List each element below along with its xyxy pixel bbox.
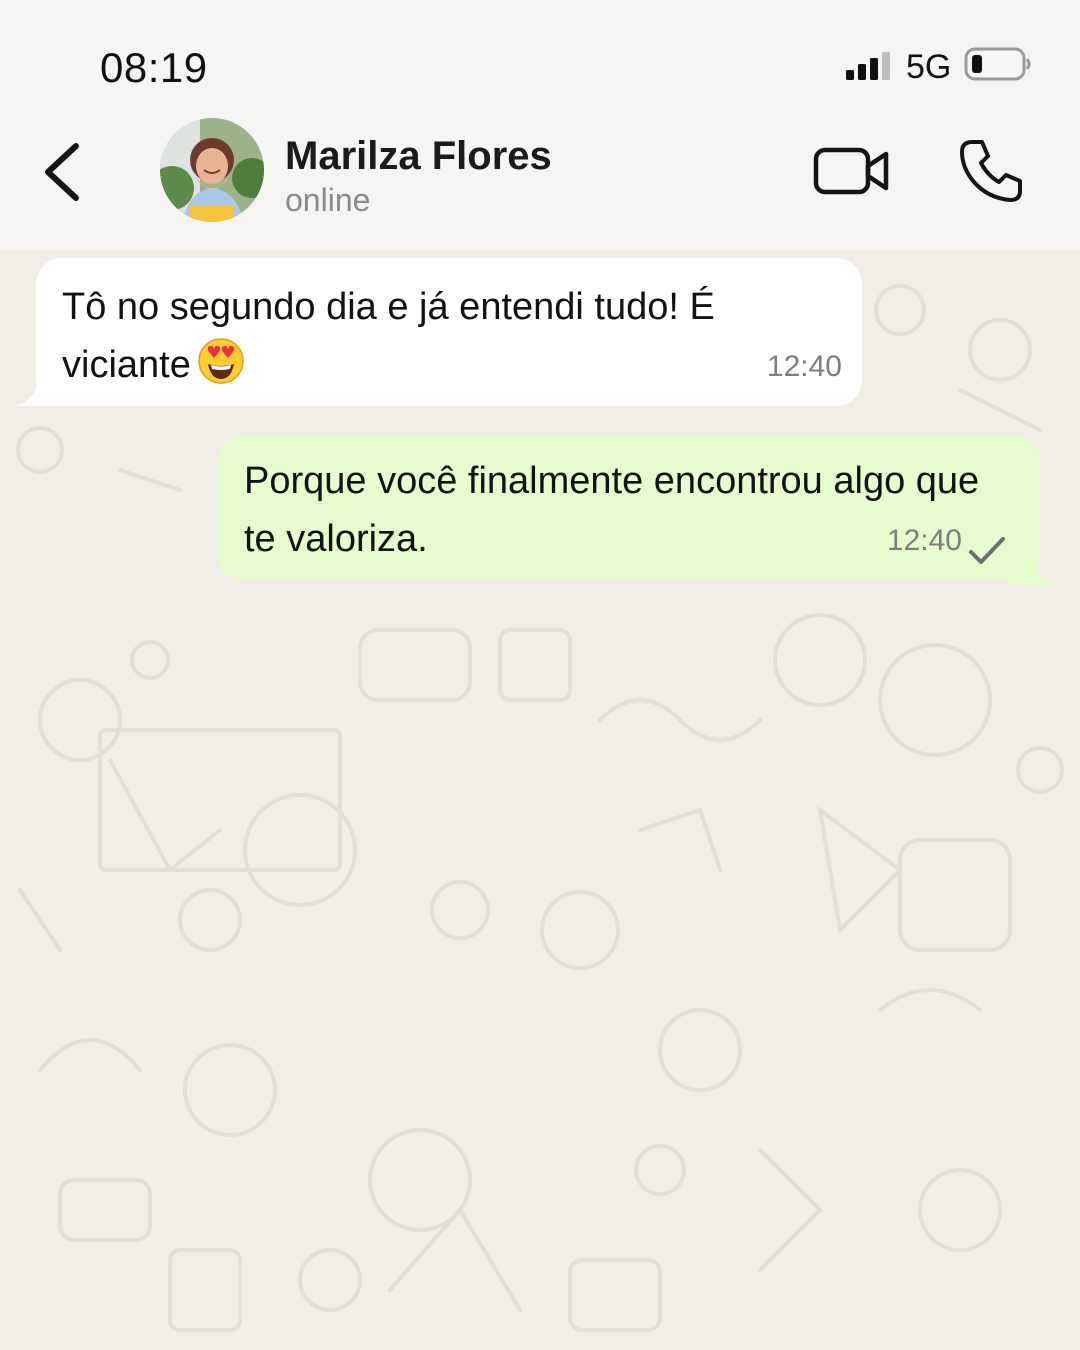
message-text: Tô no segundo dia e já entendi tudo! É v… xyxy=(62,286,715,386)
contact-name[interactable]: Marilza Flores xyxy=(285,134,552,179)
message-bubble-outgoing[interactable]: Porque você finalmente encontrou algo qu… xyxy=(218,436,1040,580)
contact-status: online xyxy=(285,182,371,218)
avatar[interactable] xyxy=(160,118,264,222)
battery-low-icon xyxy=(964,47,1031,81)
chevron-left-icon[interactable] xyxy=(38,140,88,204)
chat-header: Marilza Flores online xyxy=(0,110,1080,250)
chat-area[interactable]: Tô no segundo dia e já entendi tudo! É v… xyxy=(0,250,1080,1350)
message-time: 12:40 xyxy=(886,524,962,557)
status-time: 08:19 xyxy=(100,44,208,91)
message-time: 12:40 xyxy=(766,350,842,383)
status-bar: 08:19 5G xyxy=(0,0,1080,110)
signal-bars-icon xyxy=(846,52,890,80)
message-bubble-incoming[interactable]: Tô no segundo dia e já entendi tudo! É v… xyxy=(36,258,862,406)
chat-wallpaper-doodles xyxy=(16,284,1064,1332)
phone-icon[interactable] xyxy=(958,138,1024,204)
network-type: 5G xyxy=(906,48,952,86)
sent-check-icon xyxy=(969,537,1005,564)
video-camera-icon[interactable] xyxy=(812,144,892,198)
heart-eyes-emoji-icon xyxy=(198,338,244,384)
